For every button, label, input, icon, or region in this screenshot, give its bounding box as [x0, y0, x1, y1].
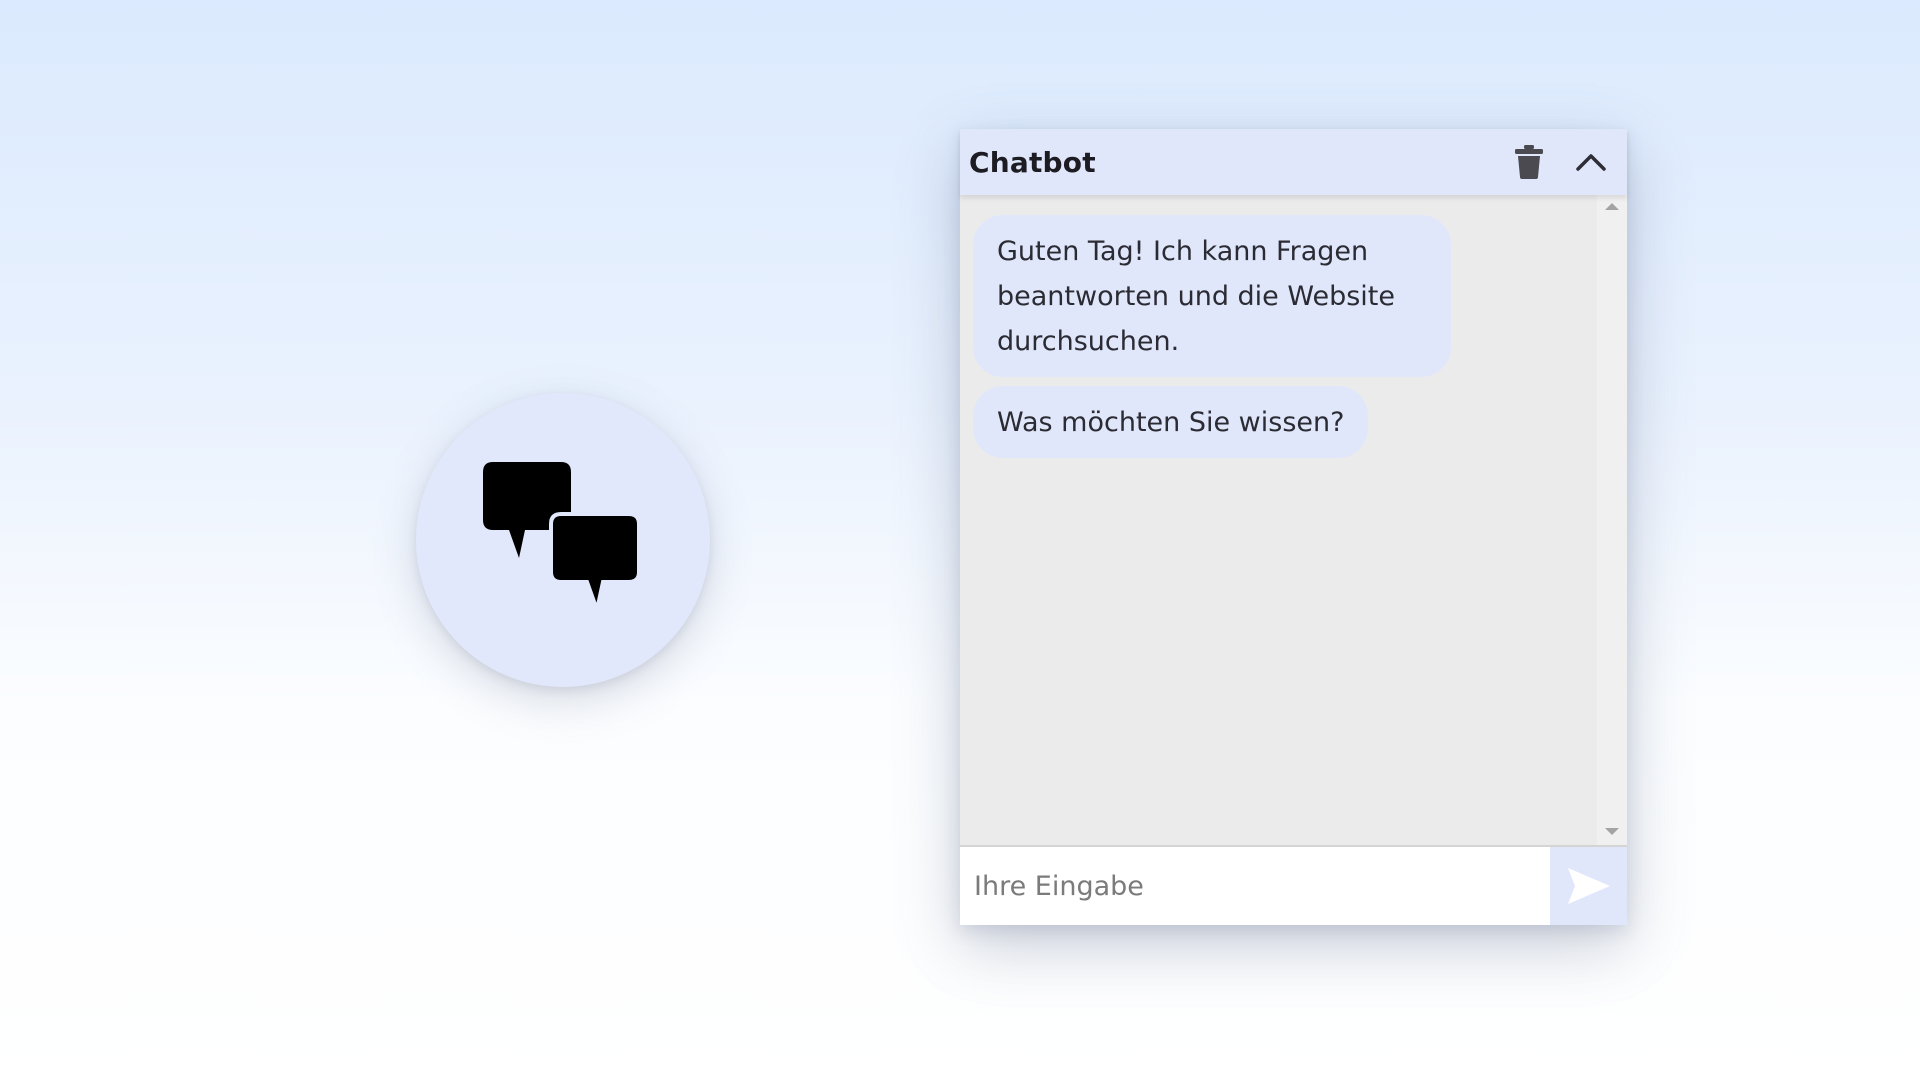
- send-icon: [1567, 868, 1610, 904]
- scroll-down-arrow-icon[interactable]: [1605, 828, 1619, 835]
- chat-window: Chatbot Guten Tag! Ich kann Fragen beant…: [960, 129, 1627, 925]
- collapse-chat-button[interactable]: [1565, 136, 1617, 188]
- bot-message: Guten Tag! Ich kann Fragen beantworten u…: [973, 215, 1451, 377]
- chat-launcher-button[interactable]: [416, 393, 710, 687]
- chat-bubbles-icon: [483, 462, 641, 618]
- scroll-up-arrow-icon[interactable]: [1605, 203, 1619, 210]
- send-button[interactable]: [1550, 847, 1627, 925]
- message-input[interactable]: [960, 847, 1550, 925]
- chat-header: Chatbot: [960, 129, 1627, 195]
- chat-footer: [960, 845, 1627, 925]
- message-list: Guten Tag! Ich kann Fragen beantworten u…: [960, 195, 1597, 845]
- chevron-up-icon: [1576, 154, 1606, 171]
- bot-message: Was möchten Sie wissen?: [973, 386, 1369, 458]
- chat-body: Guten Tag! Ich kann Fragen beantworten u…: [960, 195, 1627, 845]
- trash-icon: [1515, 145, 1543, 179]
- message-scrollbar[interactable]: [1597, 195, 1627, 845]
- chat-title: Chatbot: [969, 145, 1096, 179]
- clear-chat-button[interactable]: [1503, 136, 1555, 188]
